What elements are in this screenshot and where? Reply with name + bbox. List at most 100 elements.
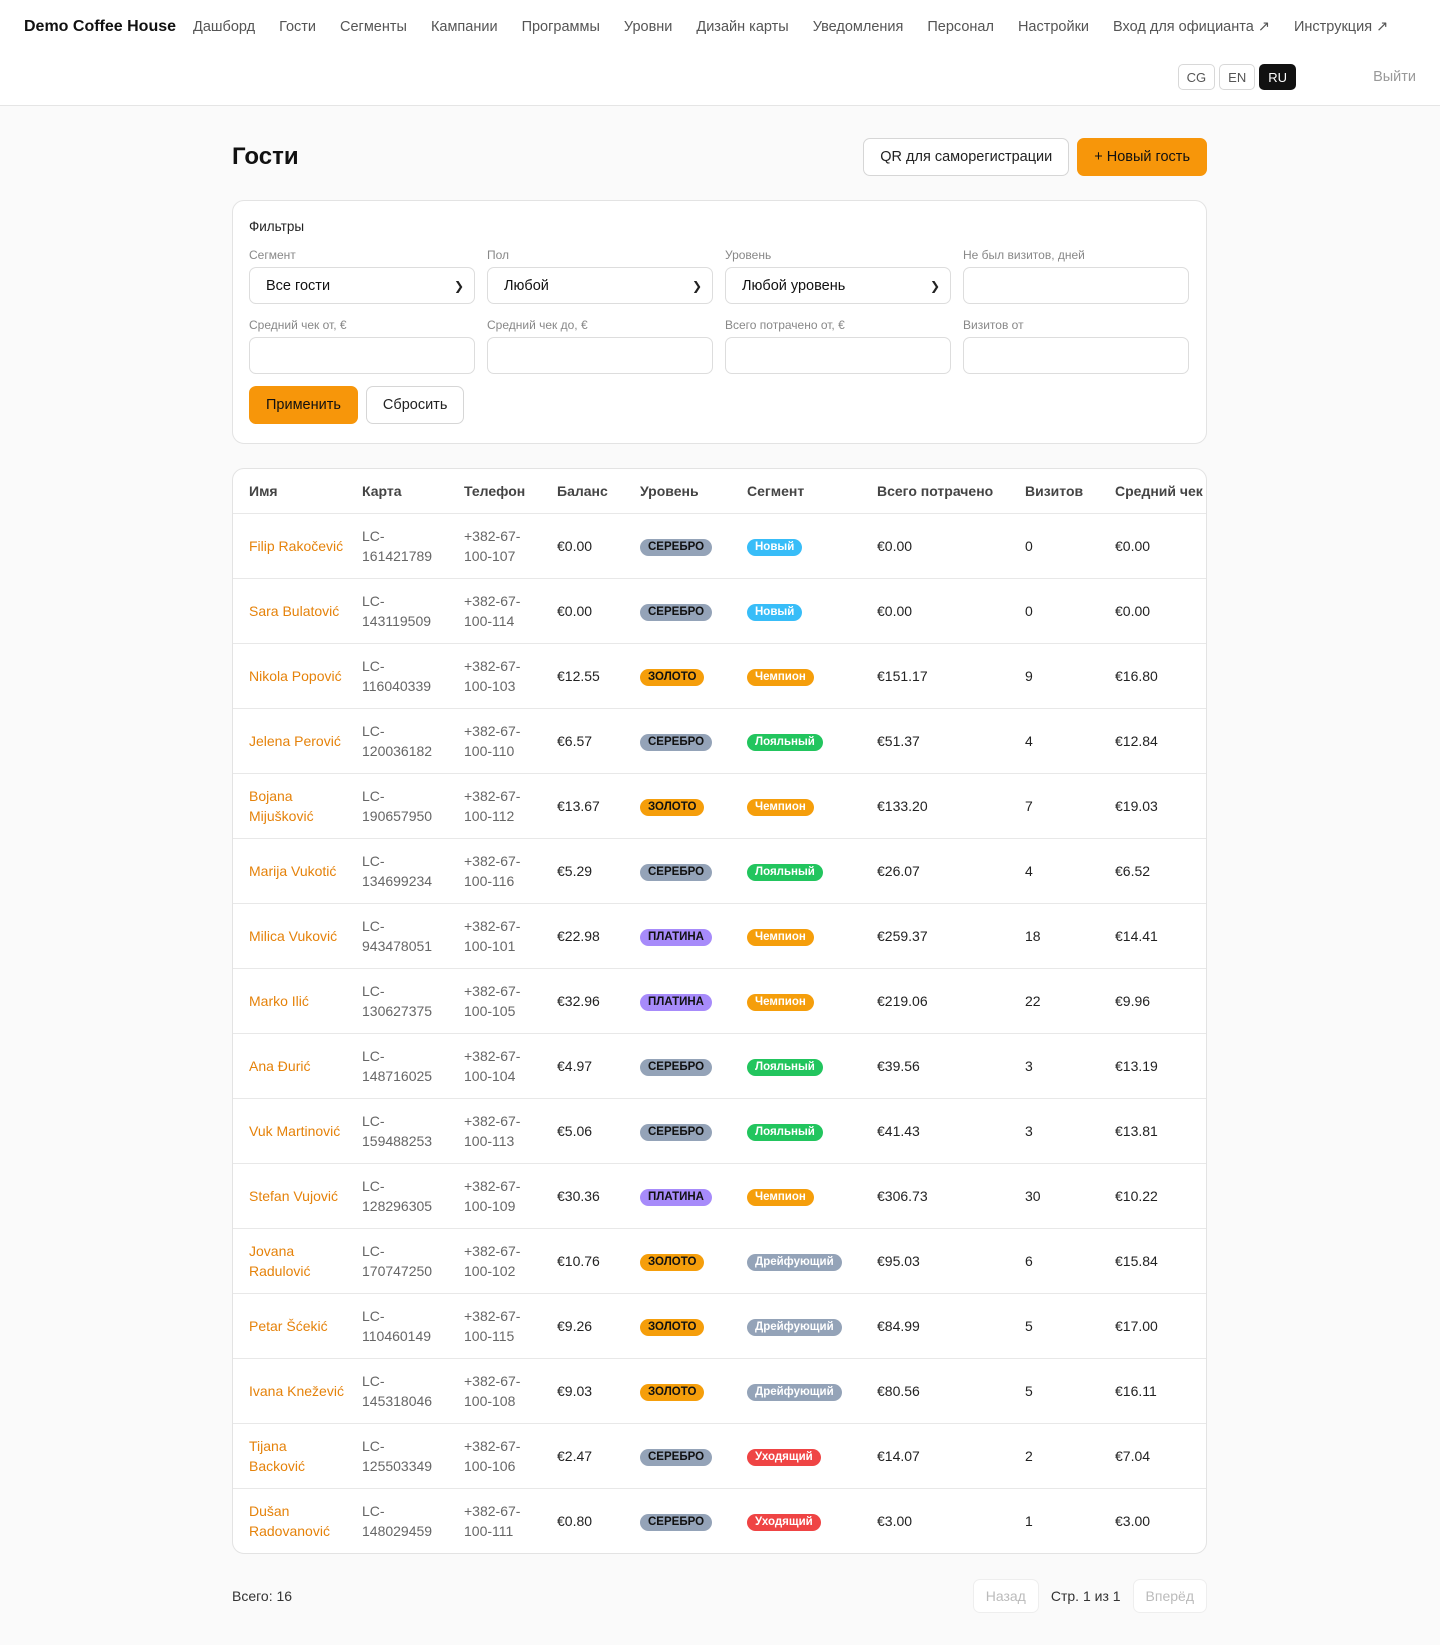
phone-number: +382-67-100-112 <box>448 773 541 839</box>
total-spent: €219.06 <box>861 968 1009 1034</box>
table-row[interactable]: Dušan Radovanović LC-148029459 +382-67-100… <box>233 1488 1206 1553</box>
column-header-avg-check[interactable]: Средний чек <box>1099 469 1206 514</box>
table-row[interactable]: Jelena Perović LC-120036182 +382-67-100-11… <box>233 708 1206 774</box>
table-row[interactable]: Nikola Popović LC-116040339 +382-67-100-10… <box>233 643 1206 709</box>
table-row[interactable]: Jovana Radulović LC-170747250 +382-67-100-… <box>233 1228 1206 1294</box>
tier-select[interactable]: Любой уровень ❯ <box>725 267 951 304</box>
filter-avg-check-from: Средний чек от, € <box>249 318 475 374</box>
table-row[interactable]: Petar Šćekić LC-110460149 +382-67-100-115 €… <box>233 1293 1206 1359</box>
guest-name-link[interactable]: Ana Đurić <box>233 1033 346 1099</box>
tier-badge: ПЛАТИНА <box>640 1189 712 1206</box>
table-row[interactable]: Stefan Vujović LC-128296305 +382-67-100-10… <box>233 1163 1206 1229</box>
apply-filters-button[interactable]: Применить <box>249 386 358 424</box>
logout-link[interactable]: Выйти <box>1373 69 1416 85</box>
visit-count: 5 <box>1009 1293 1099 1359</box>
avg-check: €17.00 <box>1099 1293 1206 1359</box>
table-row[interactable]: Filip Rakočević LC-161421789 +382-67-100-1… <box>233 513 1206 579</box>
segment-badge: Чемпион <box>747 669 814 686</box>
column-header-visits[interactable]: Визитов <box>1009 469 1099 514</box>
lang-button-en[interactable]: EN <box>1219 64 1256 90</box>
column-header-segment[interactable]: Сегмент <box>731 469 861 514</box>
select-value: Все гости <box>266 277 331 294</box>
lang-button-ru[interactable]: RU <box>1259 64 1296 90</box>
card-number: LC-143119509 <box>346 578 448 644</box>
column-header-card[interactable]: Карта <box>346 469 448 514</box>
guest-name-link[interactable]: Stefan Vujović <box>233 1163 346 1229</box>
guest-name-link[interactable]: Tijana Backović <box>233 1423 346 1489</box>
filter-label: Всего потрачено от, € <box>725 318 845 332</box>
total-spent: €0.00 <box>861 578 1009 644</box>
visits-from-input[interactable] <box>963 337 1189 374</box>
select-value: Любой уровень <box>742 277 846 294</box>
segment-cell: Лояльный <box>731 1098 861 1164</box>
nav-item-settings[interactable]: Настройки <box>1018 19 1089 35</box>
avg-check: €7.04 <box>1099 1423 1206 1489</box>
tier-badge: ЗОЛОТО <box>640 669 705 686</box>
prev-page-button[interactable]: Назад <box>972 1579 1039 1613</box>
guest-name-link[interactable]: Dušan Radovanović <box>233 1488 346 1553</box>
guest-name-link[interactable]: Bojana Mijušković <box>233 773 346 839</box>
gender-select[interactable]: Любой ❯ <box>487 267 713 304</box>
nav-item-campaigns[interactable]: Кампании <box>431 19 498 35</box>
lang-button-cg[interactable]: CG <box>1177 64 1216 90</box>
guest-name-link[interactable]: Petar Šćekić <box>233 1293 346 1359</box>
column-header-phone[interactable]: Телефон <box>448 469 541 514</box>
nav-item-card-design[interactable]: Дизайн карты <box>696 19 788 35</box>
table-row[interactable]: Milica Vuković LC-943478051 +382-67-100-10… <box>233 903 1206 969</box>
total-spent-from-input[interactable] <box>725 337 951 374</box>
table-row[interactable]: Marija Vukotić LC-134699234 +382-67-100-11… <box>233 838 1206 904</box>
tier-badge: ЗОЛОТО <box>640 1319 705 1336</box>
table-row[interactable]: Bojana Mijušković LC-190657950 +382-67-100… <box>233 773 1206 839</box>
guest-name-link[interactable]: Filip Rakočević <box>233 513 346 579</box>
guest-name-link[interactable]: Marko Ilić <box>233 968 346 1034</box>
nav-item-notifications[interactable]: Уведомления <box>813 19 904 35</box>
tier-cell: СЕРЕБРО <box>624 578 731 644</box>
column-header-balance[interactable]: Баланс <box>541 469 624 514</box>
reset-filters-button[interactable]: Сбросить <box>365 386 465 424</box>
guest-name-link[interactable]: Nikola Popović <box>233 643 346 709</box>
guest-name-link[interactable]: Marija Vukotić <box>233 838 346 904</box>
brand-name[interactable]: Demo Coffee House <box>24 18 176 36</box>
balance: €4.97 <box>541 1033 624 1099</box>
guest-name-link[interactable]: Vuk Martinović <box>233 1098 346 1164</box>
chevron-down-icon: ❯ <box>929 278 940 293</box>
guest-name-link[interactable]: Milica Vuković <box>233 903 346 969</box>
tier-badge: СЕРЕБРО <box>640 539 713 556</box>
table-row[interactable]: Ivana Knežević LC-145318046 +382-67-100-10… <box>233 1358 1206 1424</box>
nav-item-dashboard[interactable]: Дашборд <box>193 19 255 35</box>
new-guest-button[interactable]: + Новый гость <box>1077 138 1207 176</box>
table-row[interactable]: Marko Ilić LC-130627375 +382-67-100-105 €32… <box>233 968 1206 1034</box>
nav-item-waiter-login[interactable]: Вход для официанта ↗ <box>1113 19 1270 35</box>
nav-item-tiers[interactable]: Уровни <box>624 19 673 35</box>
days-since-visit-input[interactable] <box>963 267 1189 304</box>
visit-count: 18 <box>1009 903 1099 969</box>
nav-item-instructions[interactable]: Инструкция ↗ <box>1294 19 1388 35</box>
phone-number: +382-67-100-111 <box>464 1502 521 1539</box>
guest-name-link[interactable]: Jovana Radulović <box>233 1228 346 1294</box>
qr-self-register-button[interactable]: QR для саморегистрации <box>863 138 1070 176</box>
segment-badge: Уходящий <box>747 1449 821 1466</box>
nav-item-programs[interactable]: Программы <box>522 19 600 35</box>
balance: €2.47 <box>541 1423 624 1489</box>
nav-item-segments[interactable]: Сегменты <box>340 19 407 35</box>
column-header-total-spent[interactable]: Всего потрачено <box>861 469 1009 514</box>
phone-number: +382-67-100-115 <box>448 1293 541 1359</box>
nav-item-staff[interactable]: Персонал <box>927 19 994 35</box>
table-row[interactable]: Tijana Backović LC-125503349 +382-67-100-1… <box>233 1423 1206 1489</box>
nav-item-guests[interactable]: Гости <box>279 19 316 35</box>
column-header-tier[interactable]: Уровень <box>624 469 731 514</box>
table-row[interactable]: Ana Đurić LC-148716025 +382-67-100-104 €4.9… <box>233 1033 1206 1099</box>
guest-name-link[interactable]: Ivana Knežević <box>233 1358 346 1424</box>
guest-name-link[interactable]: Jelena Perović <box>233 708 346 774</box>
avg-check-to-input[interactable] <box>487 337 713 374</box>
segment-cell: Чемпион <box>731 773 861 839</box>
next-page-button[interactable]: Вперёд <box>1132 1579 1207 1613</box>
table-row[interactable]: Sara Bulatović LC-143119509 +382-67-100-11… <box>233 578 1206 644</box>
avg-check-from-input[interactable] <box>249 337 475 374</box>
table-row[interactable]: Vuk Martinović LC-159488253 +382-67-100-11… <box>233 1098 1206 1164</box>
segment-select[interactable]: Все гости ❯ <box>249 267 475 304</box>
column-header-name[interactable]: Имя <box>233 469 346 514</box>
visit-count: 4 <box>1009 838 1099 904</box>
guest-name-link[interactable]: Sara Bulatović <box>233 578 346 644</box>
page-header: Гости QR для саморегистрации + Новый гос… <box>232 138 1207 176</box>
